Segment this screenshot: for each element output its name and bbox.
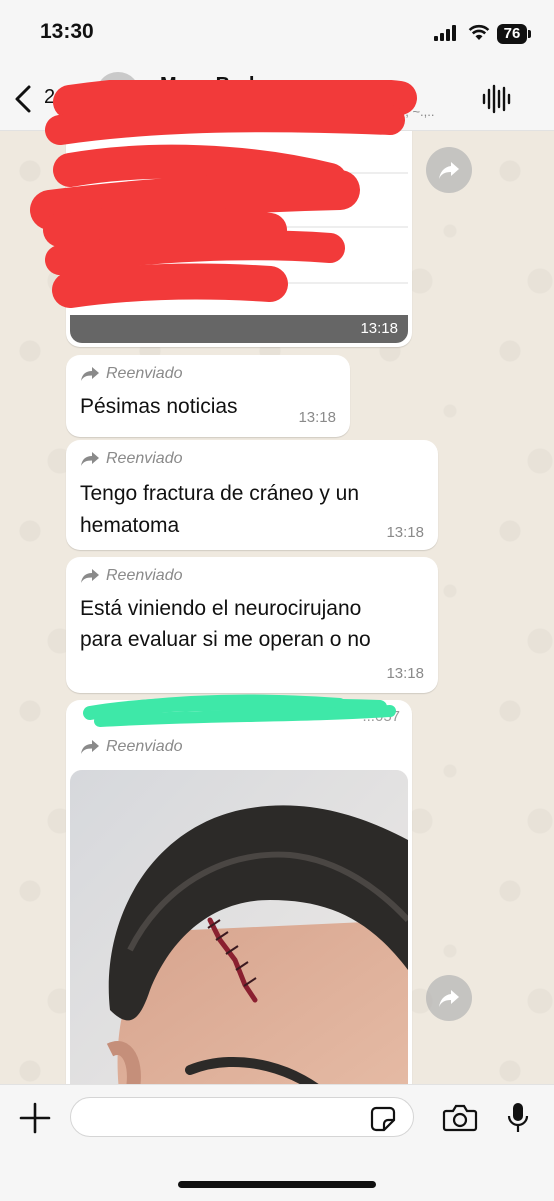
red-redaction-scribble [30,80,417,308]
share-arrow-icon [439,990,459,1007]
message-text-line: Está viniendo el neurocirujano [80,597,362,620]
message-text-line: Tengo fractura de cráneo y un [80,482,360,505]
share-arrow-icon [439,162,459,179]
photo-content [70,770,408,1084]
home-indicator [178,1181,376,1188]
wifi-icon [468,24,490,40]
forwarded-text: Reenviado [106,450,183,467]
forward-share-button[interactable] [426,147,472,193]
status-bar: 13:30 76 [0,0,554,70]
photo-image[interactable] [70,770,408,1084]
battery-level: 76 [497,24,527,44]
forwarded-arrow-icon [81,740,99,754]
message-input[interactable] [70,1097,414,1137]
forward-share-button[interactable] [426,975,472,1021]
message-text-line: para evaluar si me operan o no [80,628,371,651]
green-redaction-scribble [83,694,396,727]
sticker-icon[interactable] [370,1106,396,1132]
text-message-bubble[interactable]: Reenviado Pésimas noticias 13:18 [66,355,350,437]
message-time: 13:18 [298,409,336,426]
plus-icon[interactable] [18,1101,52,1135]
forwarded-arrow-icon [81,569,99,583]
cellular-signal-icon [434,25,456,41]
message-text: Pésimas noticias [80,395,238,418]
battery-icon: 76 [497,24,533,44]
message-time: 13:18 [386,665,424,682]
microphone-icon[interactable] [506,1101,530,1135]
forwarded-label: Reenviado [80,365,183,383]
status-time: 13:30 [40,20,94,43]
forwarded-label: Reenviado [80,450,183,468]
forwarded-arrow-icon [81,452,99,466]
forwarded-label: Reenviado [80,567,183,585]
image-message-bubble[interactable]: ...057 Reenviado [66,700,412,1084]
text-message-bubble[interactable]: Reenviado Está viniendo el neurocirujano… [66,557,438,693]
message-text-line: hematoma [80,514,180,537]
text-message-bubble[interactable]: Reenviado Tengo fractura de cráneo y un … [66,440,438,550]
audio-waveform-icon[interactable] [481,84,511,114]
message-time: 13:18 [386,524,424,541]
forwarded-arrow-icon [81,367,99,381]
forwarded-text: Reenviado [106,567,183,584]
camera-icon[interactable] [442,1104,478,1132]
forwarded-text: Reenviado [106,365,183,382]
message-composer [0,1084,554,1201]
